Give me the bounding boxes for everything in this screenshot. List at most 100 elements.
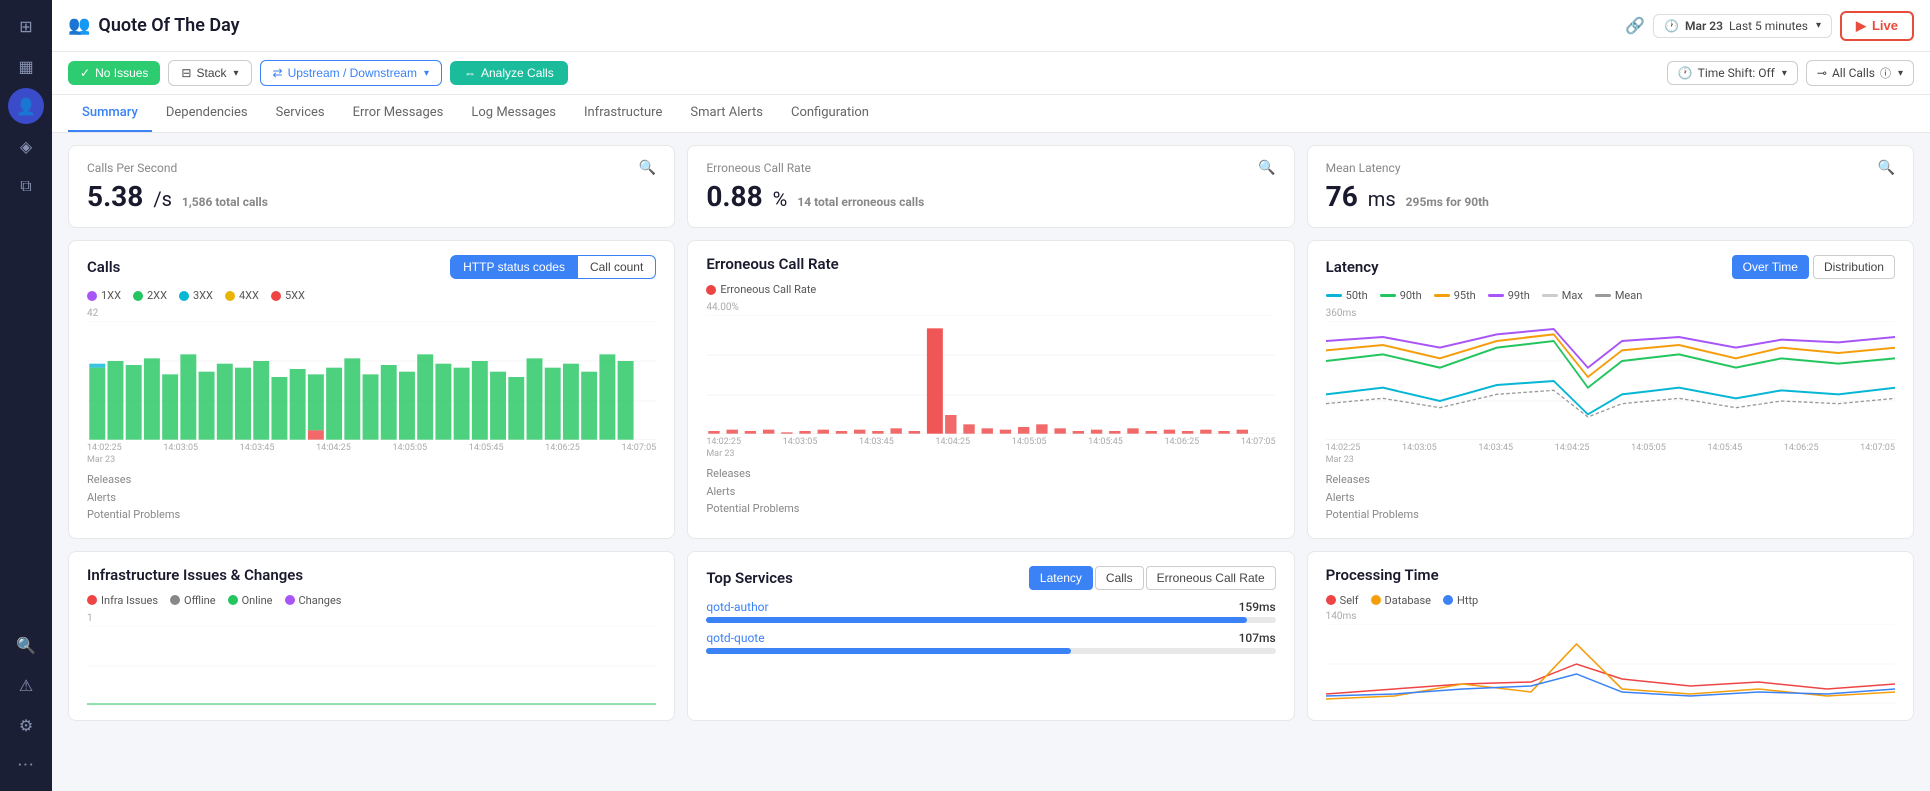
ecr-search-icon[interactable]: 🔍 (1258, 160, 1275, 176)
play-icon: ▶ (1856, 18, 1866, 34)
service-row-1: qotd-quote 107ms (706, 631, 1275, 654)
page-title: Quote Of The Day (98, 15, 239, 36)
processing-legend: Self Database Http (1326, 594, 1895, 607)
calls-chart-card: Calls HTTP status codes Call count 1XX 2… (68, 240, 675, 539)
sidebar-icon-grid[interactable]: ▦ (8, 48, 44, 84)
over-time-tab[interactable]: Over Time (1732, 255, 1809, 279)
tab-configuration[interactable]: Configuration (777, 95, 883, 132)
timeshift-icon: 🕐 (1678, 66, 1693, 80)
stack-button[interactable]: ⊟ Stack ▾ (168, 60, 251, 86)
legend-database: Database (1371, 594, 1431, 607)
tab-log-messages[interactable]: Log Messages (457, 95, 570, 132)
timeshift-button[interactable]: 🕐 Time Shift: Off ▾ (1667, 61, 1798, 85)
nav-tabs: Summary Dependencies Services Error Mess… (52, 95, 1930, 133)
latency-search-icon[interactable]: 🔍 (1878, 160, 1895, 176)
legend-95th: 95th (1434, 289, 1476, 302)
infra-y-val: 1 (87, 613, 656, 624)
service-name-1[interactable]: qotd-quote (706, 631, 764, 645)
top-svc-calls-tab[interactable]: Calls (1095, 566, 1144, 590)
calls-y-max: 42 (87, 308, 656, 319)
sidebar-icon-home[interactable]: ⊞ (8, 8, 44, 44)
calls-btn-group: HTTP status codes Call count (450, 255, 656, 279)
http-status-btn[interactable]: HTTP status codes (450, 255, 578, 279)
erroneous-footer: Releases Alerts Potential Problems (706, 465, 1275, 518)
latency-chart-title: Latency (1326, 258, 1379, 276)
top-svc-erroneous-tab[interactable]: Erroneous Call Rate (1146, 566, 1276, 590)
latency-y-max: 360ms (1326, 308, 1895, 319)
latency-xaxis: 14:02:2514:03:0514:03:4514:04:2514:05:05… (1326, 441, 1895, 455)
top-svc-latency-tab[interactable]: Latency (1029, 566, 1093, 590)
topbar-left: 👥 Quote Of The Day (68, 15, 240, 36)
top-services-tabs: Latency Calls Erroneous Call Rate (1029, 566, 1276, 590)
tab-infrastructure[interactable]: Infrastructure (570, 95, 676, 132)
tab-summary[interactable]: Summary (68, 95, 152, 132)
chevron-timeshift: ▾ (1782, 68, 1787, 79)
ecr-label: Erroneous Call Rate 🔍 (706, 160, 1275, 176)
legend-changes: Changes (285, 594, 342, 607)
processing-title: Processing Time (1326, 566, 1439, 584)
legend-online: Online (228, 594, 273, 607)
legend-3xx: 3XX (179, 289, 213, 302)
upstream-downstream-button[interactable]: ⇄ Upstream / Downstream ▾ (260, 60, 442, 86)
no-issues-button[interactable]: ✓ No Issues (68, 61, 160, 85)
calls-icon: ⊸ (1817, 66, 1827, 80)
time-range-selector[interactable]: 🕐 Mar 23 Last 5 minutes ▾ (1653, 14, 1832, 38)
no-issues-label: No Issues (95, 66, 148, 80)
sidebar-icon-settings[interactable]: ⚙ (8, 707, 44, 743)
live-button[interactable]: ▶ Live (1840, 11, 1914, 41)
infra-chart-area (87, 626, 656, 706)
cps-label: Calls Per Second 🔍 (87, 160, 656, 176)
clock-icon: 🕐 (1664, 19, 1679, 33)
stack-icon: ⊟ (181, 66, 191, 80)
legend-99th: 99th (1488, 289, 1530, 302)
service-name-0[interactable]: qotd-author (706, 600, 768, 614)
chevron-allcalls: ▾ (1898, 68, 1903, 79)
erroneous-chart-title: Erroneous Call Rate (706, 255, 838, 273)
legend-50th: 50th (1326, 289, 1368, 302)
analyze-calls-button[interactable]: ⇔ Analyze Calls (450, 61, 568, 85)
latency-chart-area (1326, 321, 1895, 441)
legend-5xx: 5XX (271, 289, 305, 302)
latency-metric-card: Mean Latency 🔍 76ms 295ms for 90th (1307, 145, 1914, 228)
sidebar-icon-tag[interactable]: ◈ (8, 128, 44, 164)
service-bar-fill-1 (706, 648, 1070, 654)
upstream-icon: ⇄ (273, 66, 283, 80)
date-label: Mar 23 (1685, 19, 1723, 33)
ecr-y-max: 44.00% (706, 302, 1275, 313)
cps-search-icon[interactable]: 🔍 (639, 160, 656, 176)
filterbar-right: 🕐 Time Shift: Off ▾ ⊸ All Calls ⓘ ▾ (1667, 60, 1914, 86)
check-icon: ✓ (80, 66, 90, 80)
legend-mean: Mean (1595, 289, 1643, 302)
metrics-row: Calls Per Second 🔍 5.38/s 1,586 total ca… (68, 145, 1914, 228)
latency-tabs: Over Time Distribution (1732, 255, 1895, 279)
distribution-tab[interactable]: Distribution (1813, 255, 1895, 279)
sidebar-icon-search[interactable]: 🔍 (8, 627, 44, 663)
legend-infra: Infra Issues (87, 594, 158, 607)
ecr-value: 0.88% 14 total erroneous calls (706, 180, 1275, 213)
sidebar-icon-user[interactable]: 👤 (8, 88, 44, 124)
sidebar-icon-layers[interactable]: ⧉ (8, 168, 44, 204)
allcalls-button[interactable]: ⊸ All Calls ⓘ ▾ (1806, 60, 1914, 86)
sidebar-icon-alert[interactable]: ⚠ (8, 667, 44, 703)
legend-1xx: 1XX (87, 289, 121, 302)
call-count-btn[interactable]: Call count (578, 255, 656, 279)
chart-row-1: Calls HTTP status codes Call count 1XX 2… (68, 240, 1914, 539)
service-bar-bg-0 (706, 617, 1275, 623)
calls-chart-header: Calls HTTP status codes Call count (87, 255, 656, 279)
time-range-label: Last 5 minutes (1729, 19, 1808, 33)
tab-dependencies[interactable]: Dependencies (152, 95, 262, 132)
service-val-0: 159ms (1239, 600, 1276, 614)
link-icon[interactable]: 🔗 (1625, 16, 1645, 35)
latency-footer: Releases Alerts Potential Problems (1326, 471, 1895, 524)
tab-services[interactable]: Services (262, 95, 339, 132)
tab-smart-alerts[interactable]: Smart Alerts (676, 95, 777, 132)
chevron-down-icon-stack: ▾ (234, 68, 239, 79)
calls-chart-area (87, 321, 656, 441)
service-val-1: 107ms (1239, 631, 1276, 645)
erroneous-chart-header: Erroneous Call Rate (706, 255, 1275, 273)
top-services-title: Top Services (706, 569, 793, 587)
sidebar-icon-more[interactable]: ··· (8, 747, 44, 783)
tab-error-messages[interactable]: Error Messages (339, 95, 458, 132)
calls-xaxis: 14:02:2514:03:0514:03:4514:04:2514:05:05… (87, 441, 656, 455)
calls-legend: 1XX 2XX 3XX 4XX 5XX (87, 289, 656, 302)
